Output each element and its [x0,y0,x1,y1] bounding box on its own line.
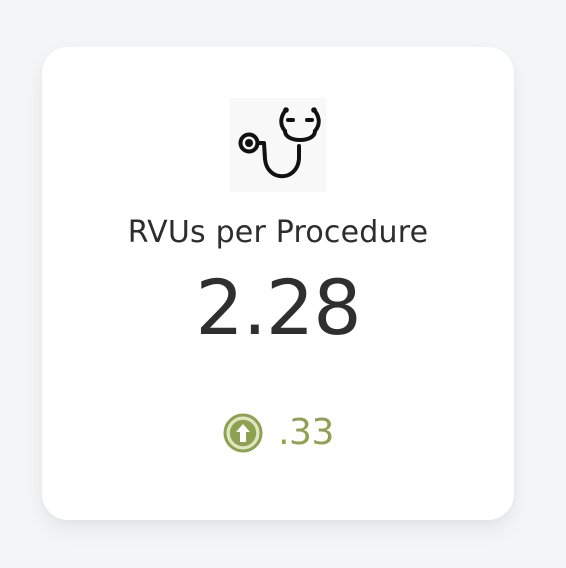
kpi-value: 2.28 [195,263,361,352]
kpi-title: RVUs per Procedure [127,215,429,250]
kpi-change-value: .33 [278,412,334,453]
arrow-up-circle-icon [222,412,264,454]
kpi-card: RVUs per Procedure 2.28 .33 [42,47,514,520]
kpi-change: .33 [42,412,514,454]
stethoscope-icon [230,98,326,192]
